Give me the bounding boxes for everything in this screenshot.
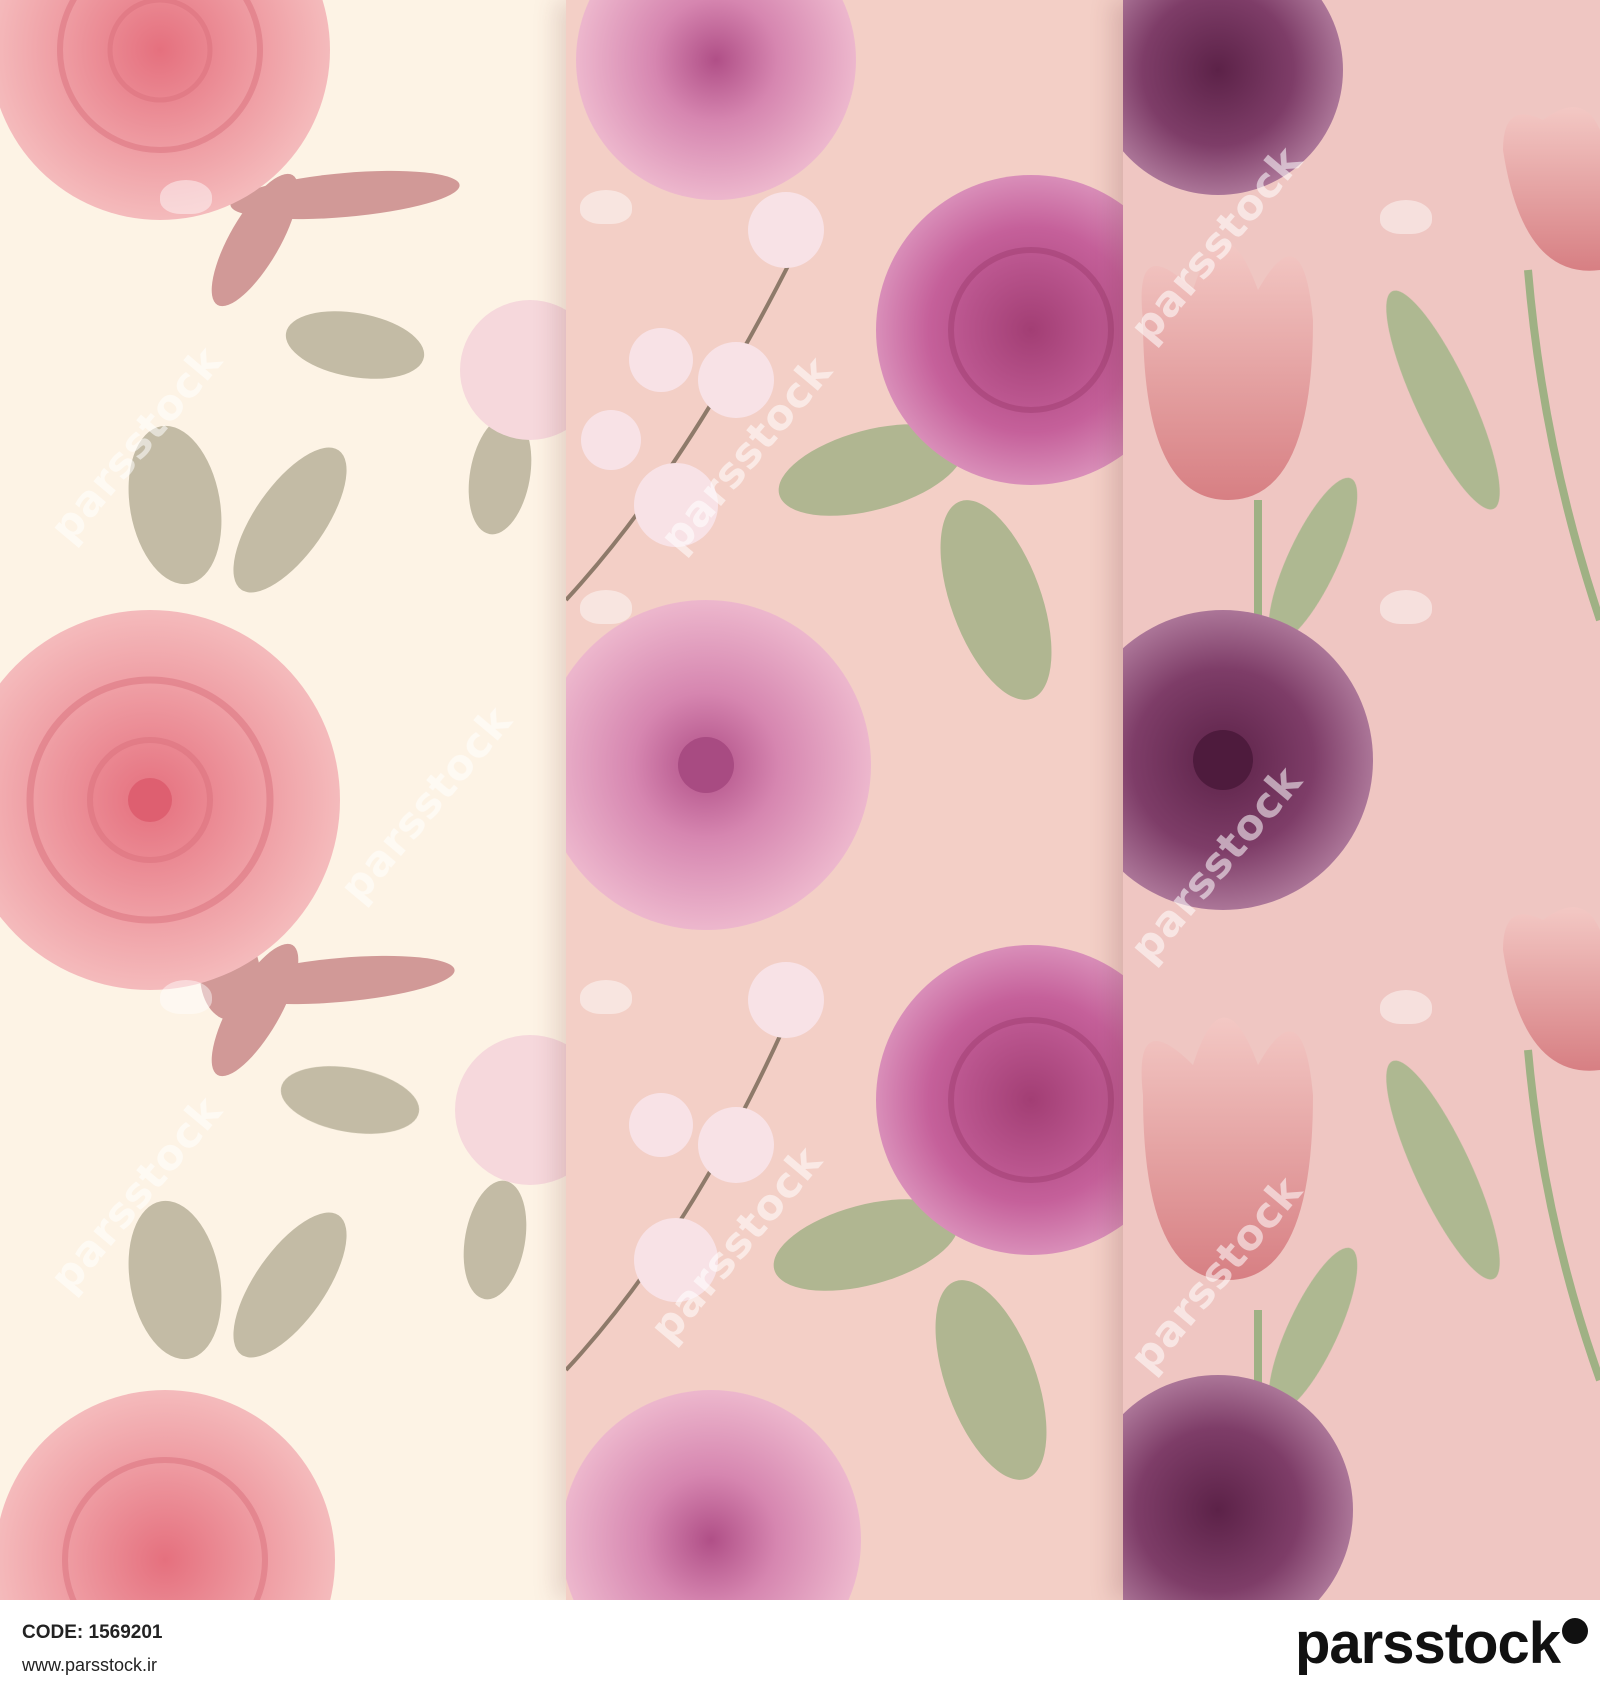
dark-dahlia-top xyxy=(1123,0,1343,195)
panel-dahlias xyxy=(566,0,1123,1600)
tulip-3 xyxy=(1503,107,1600,271)
tulip-1 xyxy=(1141,242,1313,500)
dahlias-illustration xyxy=(566,0,1123,1600)
tulips-illustration xyxy=(1123,0,1600,1600)
rose-bottom xyxy=(0,1390,335,1600)
website-link[interactable]: www.parsstock.ir xyxy=(22,1655,157,1676)
tulip-2 xyxy=(1141,1017,1313,1280)
brand-logo: parsstock xyxy=(1294,1611,1561,1676)
panel-tulips xyxy=(1123,0,1600,1600)
roses-illustration xyxy=(0,0,566,1600)
rose-middle xyxy=(0,610,340,990)
image-code: CODE: 1569201 xyxy=(22,1622,163,1643)
dark-dahlia-bottom xyxy=(1123,1375,1353,1600)
tulip-4 xyxy=(1503,907,1600,1071)
dahlia-top xyxy=(576,0,856,200)
brand-mark-icon xyxy=(1562,1618,1588,1644)
panel-roses xyxy=(0,0,566,1600)
dahlia-bottom xyxy=(566,1390,861,1600)
footer-bar: CODE: 1569201 www.parsstock.ir parsstock xyxy=(0,1600,1600,1700)
dark-dahlia-middle xyxy=(1123,610,1373,910)
artwork: parsstock parsstock parsstock parsstock … xyxy=(0,0,1600,1600)
dahlia-middle xyxy=(566,600,871,930)
